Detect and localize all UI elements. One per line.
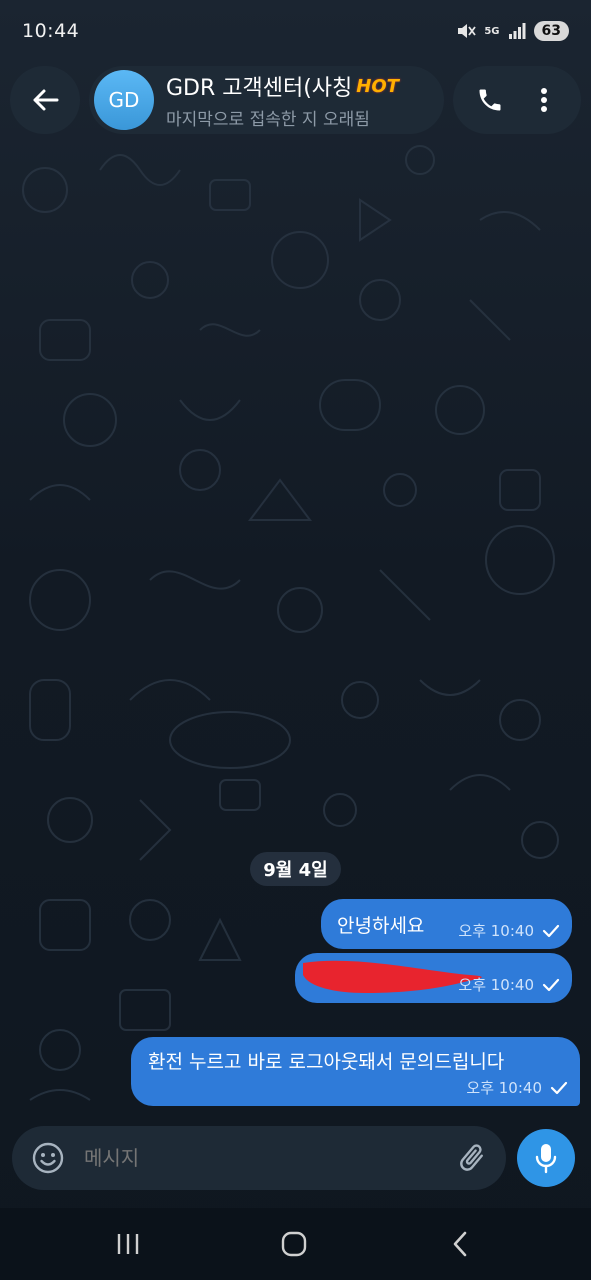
message-time: 오후 10:40 [458,922,534,940]
more-options-button[interactable] [522,78,566,122]
message-text: 환전 누르고 바로 로그아웃돼서 문의드립니다 [148,1051,505,1073]
status-icons: 5G 63 [456,21,569,41]
date-separator: 9월 4일 [250,852,341,886]
hot-badge: HOT [356,75,399,97]
message-time: 오후 10:40 [466,1079,542,1097]
back-nav-icon [453,1231,467,1257]
message-composer [12,1126,506,1190]
message-bubble[interactable]: 환전 누르고 바로 로그아웃돼서 문의드립니다 오후 10:40 [131,1037,580,1106]
call-button[interactable] [468,78,512,122]
back-button[interactable] [10,66,80,134]
network-type: 5G [484,25,500,37]
emoji-button[interactable] [30,1140,66,1176]
header-actions [453,66,581,134]
status-time: 10:44 [22,20,80,42]
more-vert-icon [541,88,547,112]
back-nav-button[interactable] [430,1224,490,1264]
battery-level: 63 [533,21,569,41]
check-icon [542,978,560,991]
back-arrow-icon [33,89,59,111]
mic-icon [535,1144,557,1174]
status-bar: 10:44 5G 63 [0,0,591,62]
attach-button[interactable] [452,1138,492,1178]
chat-header[interactable]: GD GDR 고객센터(사칭 HOT 마지막으로 접속한 지 오래됨 [89,66,444,134]
home-button[interactable] [264,1224,324,1264]
message-time: 오후 10:40 [458,976,534,994]
message-text: 안녕하세요 [337,915,425,937]
signal-icon [508,23,526,39]
voice-record-button[interactable] [517,1129,575,1187]
message-meta: 오후 10:40 [458,974,560,995]
mute-icon [458,24,477,38]
message-meta: 오후 10:40 [466,1077,568,1098]
check-icon [542,924,560,937]
system-nav-bar [0,1208,591,1280]
phone-icon [479,89,501,111]
recents-button[interactable] [98,1224,158,1264]
message-bubble[interactable]: 안녕하세요 오후 10:40 [321,899,572,949]
message-meta: 오후 10:40 [458,920,560,941]
recents-icon [117,1234,139,1254]
last-seen-status: 마지막으로 접속한 지 오래됨 [166,110,370,130]
message-input[interactable] [84,1146,452,1170]
message-bubble[interactable]: 오후 10:40 [295,953,572,1003]
chat-info: GDR 고객센터(사칭 HOT 마지막으로 접속한 지 오래됨 [166,70,436,131]
chat-title: GDR 고객센터(사칭 [166,76,353,101]
avatar[interactable]: GD [94,70,154,130]
check-icon [550,1081,568,1094]
home-icon [281,1231,307,1257]
title-row: GDR 고객센터(사칭 HOT [166,70,436,102]
attach-icon [460,1144,483,1171]
emoji-icon [32,1142,64,1174]
